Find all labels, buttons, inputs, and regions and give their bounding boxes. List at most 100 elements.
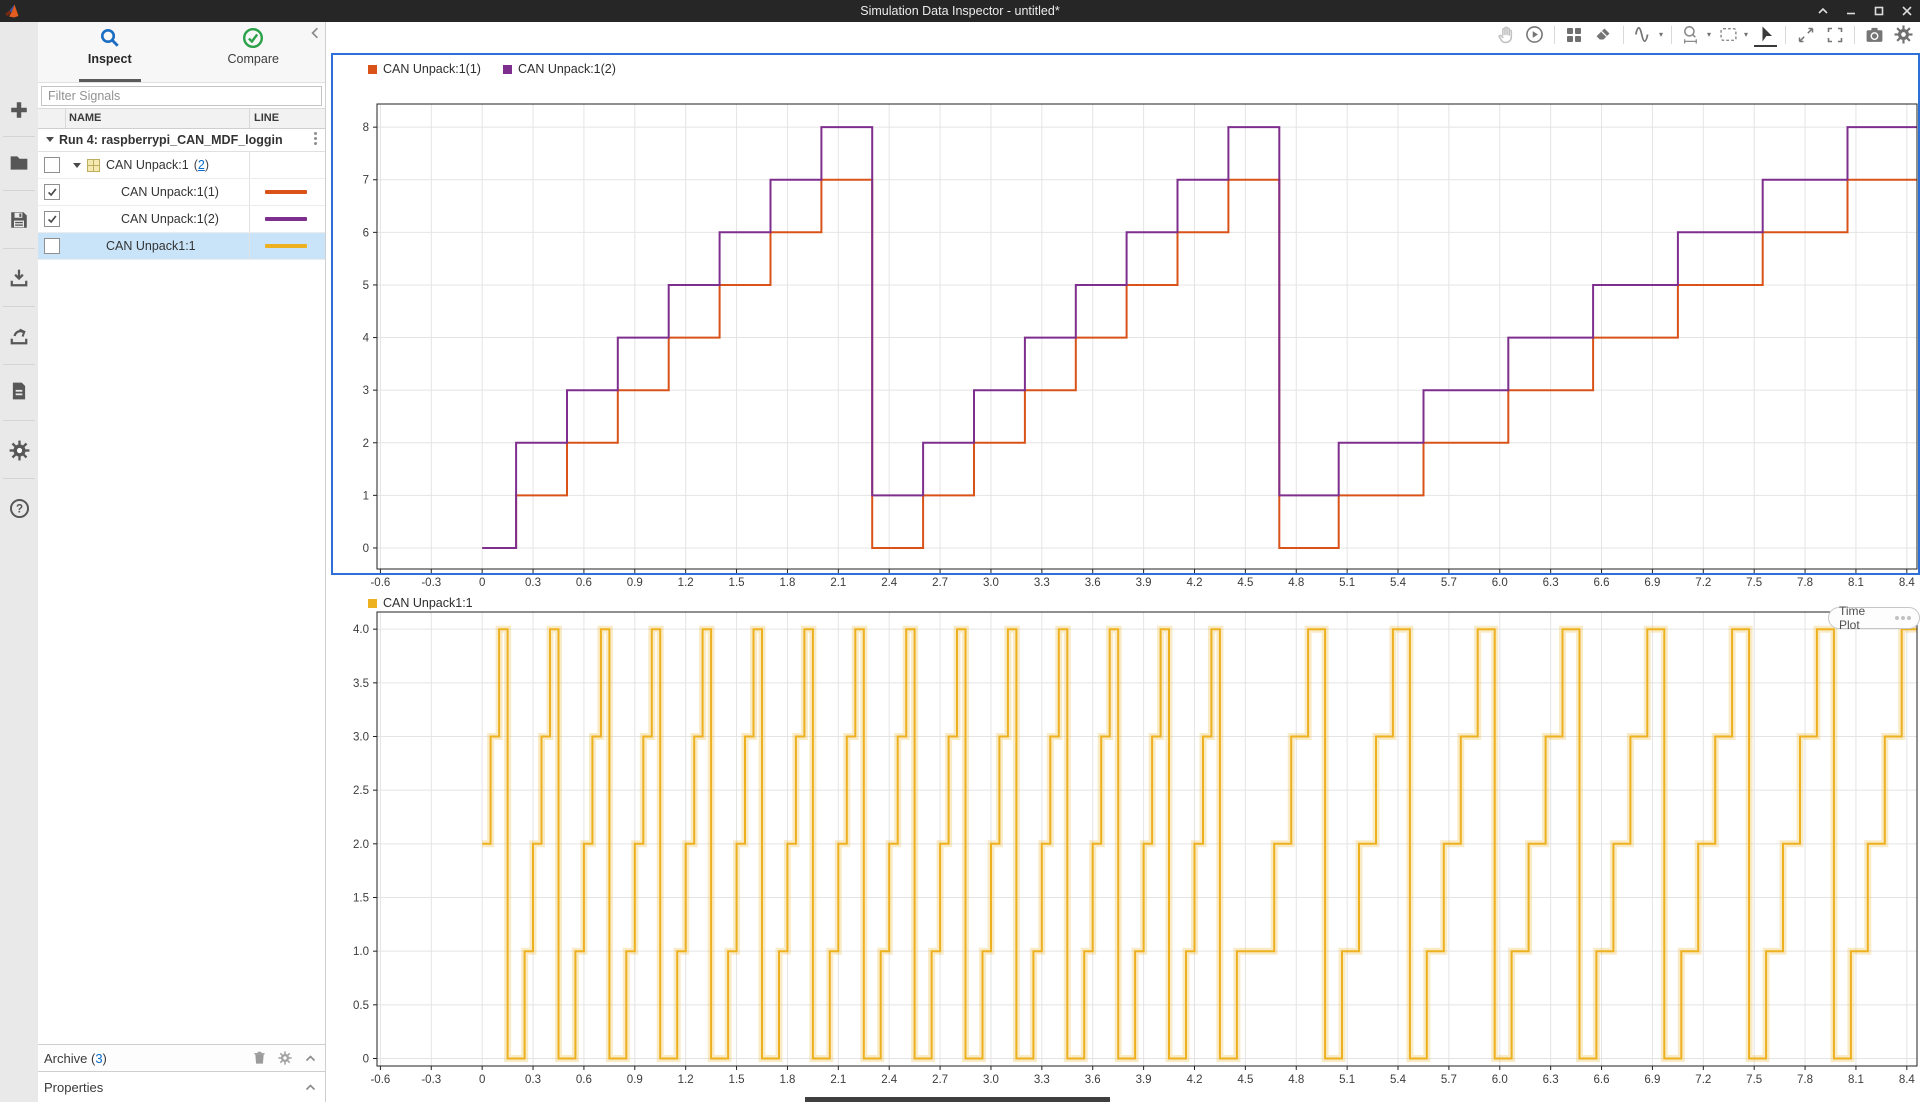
legend-item: CAN Unpack:1(2) (503, 62, 616, 76)
settings-gear-icon[interactable] (1892, 23, 1915, 46)
add-icon[interactable] (0, 90, 38, 130)
x-tick-label: 1.8 (779, 1074, 795, 1086)
open-folder-icon[interactable] (0, 143, 38, 183)
x-tick-label: 3.3 (1034, 1074, 1050, 1086)
properties-bar[interactable]: Properties (38, 1071, 325, 1102)
x-tick-label: 6.6 (1594, 1074, 1610, 1086)
column-header-name[interactable]: NAME (69, 112, 101, 124)
create-report-icon[interactable] (0, 371, 38, 411)
table-row[interactable]: CAN Unpack:1 (2) (38, 152, 325, 179)
activity-bar: ? (0, 22, 39, 1102)
plot-area: ▾ ▾ ▾ CAN Unpack:1(1) CAN Unpack:1(2) -0.… (326, 22, 1920, 1102)
fullscreen-icon[interactable] (1823, 23, 1846, 46)
tab-compare[interactable]: Compare (182, 22, 326, 82)
signal-label: CAN Unpack:1(1) (121, 185, 219, 199)
fit-to-view-caret-icon[interactable]: ▾ (1744, 30, 1748, 39)
x-tick-label: 7.2 (1695, 1074, 1711, 1086)
table-row[interactable]: CAN Unpack1:1 (38, 233, 325, 260)
plot-type-menu-icon[interactable] (1895, 616, 1911, 620)
top-plot-legend: CAN Unpack:1(1) CAN Unpack:1(2) (368, 62, 616, 76)
archive-bar[interactable]: Archive (3) (38, 1044, 325, 1071)
archive-count: 3 (95, 1051, 102, 1066)
plot-type-badge-label: Time Plot (1839, 604, 1889, 632)
bottom-time-plot[interactable]: -0.6-0.300.30.60.91.21.51.82.12.42.73.03… (333, 585, 1919, 1097)
restore-up-icon[interactable] (1814, 2, 1832, 20)
x-tick-label: 6.0 (1492, 1074, 1508, 1086)
properties-collapse-icon[interactable] (304, 1082, 317, 1093)
run-group-row[interactable]: Run 4: raspberrypi_CAN_MDF_loggin (38, 128, 325, 152)
x-tick-label: 2.4 (881, 1074, 898, 1086)
x-tick-label: 3.6 (1085, 1074, 1101, 1086)
y-tick-label: 3.0 (353, 732, 369, 744)
run-expander-icon[interactable] (46, 137, 54, 142)
export-icon[interactable] (0, 316, 38, 356)
x-tick-label: 5.4 (1390, 1074, 1407, 1086)
signal-checkbox[interactable] (44, 238, 60, 254)
collapse-panel-icon[interactable] (310, 26, 320, 44)
minimize-icon[interactable] (1842, 2, 1860, 20)
import-icon[interactable] (0, 258, 38, 298)
titlebar: Simulation Data Inspector - untitled* (0, 0, 1920, 22)
y-tick-label: 1.5 (353, 892, 369, 904)
x-tick-label: 2.1 (830, 1074, 846, 1086)
group-expander-icon[interactable] (73, 163, 81, 168)
legend-item: CAN Unpack:1(1) (368, 62, 481, 76)
mode-tabs: Inspect Compare (38, 22, 325, 83)
legend-swatch (368, 65, 377, 74)
y-tick-label: 4.0 (353, 624, 369, 636)
x-tick-label: 5.1 (1339, 1074, 1355, 1086)
x-tick-label: 0 (479, 1074, 485, 1086)
y-tick-label: 7 (363, 175, 369, 187)
signal-checkbox[interactable] (44, 211, 60, 227)
horizontal-scrollbar-thumb[interactable] (805, 1097, 1110, 1102)
y-tick-label: 8 (363, 122, 369, 134)
tab-inspect[interactable]: Inspect (38, 22, 182, 82)
y-tick-label: 0.5 (353, 1000, 369, 1012)
legend-label: CAN Unpack:1(1) (383, 62, 481, 76)
y-tick-label: 0 (363, 1053, 369, 1065)
plot-toolbar: ▾ ▾ ▾ (1494, 22, 1915, 47)
help-icon[interactable]: ? (0, 488, 38, 528)
x-tick-label: 6.9 (1644, 1074, 1660, 1086)
signal-trace[interactable] (482, 180, 1917, 548)
run-menu-icon[interactable] (314, 132, 317, 145)
zoom-x-icon[interactable] (1680, 23, 1703, 46)
filter-signals-input[interactable] (41, 86, 322, 106)
arrow-cursor-icon[interactable] (1754, 22, 1777, 47)
maximize-icon[interactable] (1870, 2, 1888, 20)
table-row[interactable]: CAN Unpack:1(1) (38, 179, 325, 206)
close-icon[interactable] (1898, 2, 1916, 20)
column-header-line[interactable]: LINE (254, 112, 279, 124)
replay-icon[interactable] (1523, 23, 1546, 46)
expand-icon[interactable] (1794, 23, 1817, 46)
fit-to-view-icon[interactable] (1717, 23, 1740, 46)
x-tick-label: 7.5 (1746, 1074, 1762, 1086)
archive-collapse-icon[interactable] (304, 1053, 317, 1064)
plot-type-badge[interactable]: Time Plot (1828, 607, 1920, 629)
window-title: Simulation Data Inspector - untitled* (0, 4, 1920, 18)
subplots-grid-icon[interactable] (1563, 23, 1586, 46)
x-tick-label: 6.3 (1543, 1074, 1559, 1086)
trash-icon[interactable] (253, 1051, 266, 1065)
signal-options-caret-icon[interactable]: ▾ (1659, 30, 1663, 39)
table-row[interactable]: CAN Unpack:1(2) (38, 206, 325, 233)
x-tick-label: 8.1 (1848, 1074, 1864, 1086)
archive-settings-gear-icon[interactable] (278, 1051, 292, 1065)
x-tick-label: 7.8 (1797, 1074, 1813, 1086)
legend-swatch (368, 599, 377, 608)
y-tick-label: 2.5 (353, 785, 369, 797)
group-count-link[interactable]: 2 (198, 158, 205, 172)
save-icon[interactable] (0, 200, 38, 240)
signal-checkbox[interactable] (44, 184, 60, 200)
zoom-x-caret-icon[interactable]: ▾ (1707, 30, 1711, 39)
x-tick-label: 0.9 (627, 1074, 643, 1086)
pan-hand-icon[interactable] (1494, 23, 1517, 46)
top-time-plot[interactable]: -0.6-0.300.30.60.91.21.51.82.12.42.73.03… (333, 77, 1919, 591)
signal-options-icon[interactable] (1632, 23, 1655, 46)
eraser-icon[interactable] (1592, 23, 1615, 46)
snapshot-camera-icon[interactable] (1863, 23, 1886, 46)
legend-swatch (503, 65, 512, 74)
signal-checkbox[interactable] (44, 157, 60, 173)
x-tick-label: 1.5 (729, 1074, 745, 1086)
preferences-gear-icon[interactable] (0, 430, 38, 470)
